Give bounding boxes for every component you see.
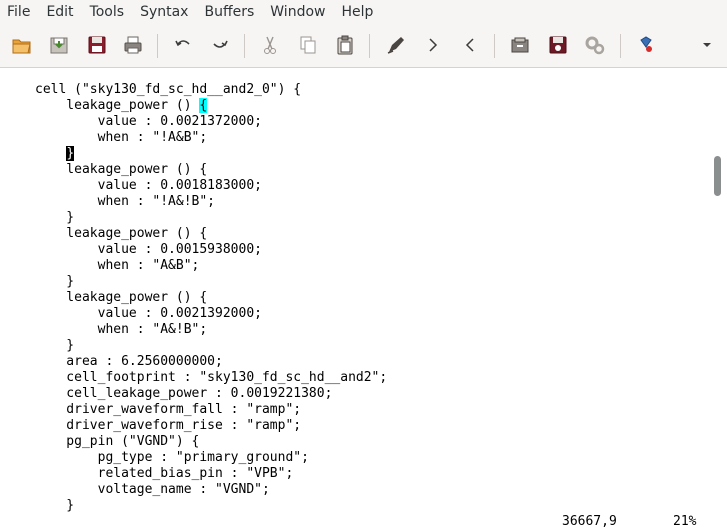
code-line: } bbox=[35, 274, 75, 289]
save-button[interactable] bbox=[46, 32, 72, 58]
menu-help[interactable]: Help bbox=[333, 0, 381, 24]
toolbar-separator bbox=[620, 34, 621, 58]
code-line: } bbox=[35, 338, 75, 353]
code-line: value : 0.0021372000; bbox=[35, 114, 262, 129]
code-line: when : "!A&B"; bbox=[35, 130, 208, 145]
code-line: when : "A&B"; bbox=[35, 258, 200, 273]
status-bar: 36667,9 21% bbox=[0, 512, 727, 532]
menu-syntax[interactable]: Syntax bbox=[132, 0, 196, 24]
code-line: leakage_power () { bbox=[35, 226, 208, 241]
print-button[interactable] bbox=[120, 32, 146, 58]
code-line: when : "!A&!B"; bbox=[35, 194, 216, 209]
overflow-menu-icon bbox=[703, 43, 711, 47]
menu-window[interactable]: Window bbox=[262, 0, 333, 24]
find-next-icon bbox=[429, 38, 438, 52]
code-line: value : 0.0018183000; bbox=[35, 178, 262, 193]
code-line: related_bias_pin : "VPB"; bbox=[35, 466, 294, 481]
cut-button[interactable] bbox=[257, 32, 283, 58]
code-line: cell_leakage_power : 0.0019221380; bbox=[35, 386, 333, 401]
code-line: } bbox=[35, 498, 75, 512]
code-line: value : 0.0015938000; bbox=[35, 242, 262, 257]
text-cursor: } bbox=[66, 146, 75, 161]
undo-button[interactable] bbox=[170, 32, 196, 58]
save-all-icon bbox=[88, 36, 106, 54]
print-icon bbox=[124, 36, 142, 54]
run-script-button[interactable] bbox=[582, 32, 608, 58]
redo-button[interactable] bbox=[207, 32, 233, 58]
menu-edit[interactable]: Edit bbox=[38, 0, 81, 24]
find-next-button[interactable] bbox=[420, 32, 446, 58]
save-all-button[interactable] bbox=[84, 32, 110, 58]
open-button[interactable] bbox=[9, 32, 35, 58]
find-replace-button[interactable] bbox=[383, 32, 409, 58]
menu-file[interactable]: File bbox=[0, 0, 38, 24]
menu-buffers[interactable]: Buffers bbox=[196, 0, 262, 24]
matching-bracket: { bbox=[199, 98, 208, 113]
overflow-menu-button[interactable] bbox=[694, 32, 720, 58]
code-line: driver_waveform_rise : "ramp"; bbox=[35, 418, 302, 433]
toolbar-separator bbox=[244, 34, 245, 58]
code-line: } bbox=[35, 146, 75, 162]
editor-text-area[interactable]: cell ("sky130_fd_sc_hd__and2_0") { leaka… bbox=[0, 68, 711, 512]
find-previous-button[interactable] bbox=[457, 32, 483, 58]
save-session-button[interactable] bbox=[545, 32, 571, 58]
code-line: value : 0.0021392000; bbox=[35, 306, 262, 321]
find-replace-icon bbox=[387, 37, 404, 54]
load-session-button[interactable] bbox=[507, 32, 533, 58]
code-line: leakage_power () { bbox=[35, 290, 208, 305]
run-script-icon bbox=[585, 36, 605, 55]
menu-bar: File Edit Tools Syntax Buffers Window He… bbox=[0, 0, 727, 24]
code-line: cell ("sky130_fd_sc_hd__and2_0") { bbox=[35, 82, 302, 97]
undo-icon bbox=[175, 40, 190, 47]
paste-icon bbox=[337, 35, 353, 55]
code-line: area : 6.2560000000; bbox=[35, 354, 223, 369]
toolbar bbox=[0, 24, 727, 68]
make-icon bbox=[640, 36, 652, 52]
copy-icon bbox=[300, 36, 316, 54]
scrollbar-thumb[interactable] bbox=[714, 156, 721, 196]
redo-icon bbox=[213, 40, 228, 48]
make-button[interactable] bbox=[633, 32, 659, 58]
menu-tools[interactable]: Tools bbox=[82, 0, 133, 24]
code-line: leakage_power () { bbox=[35, 162, 208, 177]
code-line: pg_pin ("VGND") { bbox=[35, 434, 200, 449]
cut-icon bbox=[264, 36, 276, 54]
toolbar-separator bbox=[494, 34, 495, 58]
find-previous-icon bbox=[465, 38, 474, 52]
code-line: voltage_name : "VGND"; bbox=[35, 482, 270, 497]
paste-button[interactable] bbox=[332, 32, 358, 58]
code-line: pg_type : "primary_ground"; bbox=[35, 450, 309, 465]
save-session-icon bbox=[549, 36, 567, 54]
code-line: driver_waveform_fall : "ramp"; bbox=[35, 402, 302, 417]
code-line: when : "A&!B"; bbox=[35, 322, 208, 337]
load-session-icon bbox=[511, 37, 529, 53]
code-line: cell_footprint : "sky130_fd_sc_hd__and2"… bbox=[35, 370, 388, 385]
toolbar-separator bbox=[369, 34, 370, 58]
vertical-scrollbar[interactable] bbox=[711, 68, 727, 512]
toolbar-separator bbox=[157, 34, 158, 58]
code-line: } bbox=[35, 210, 75, 225]
open-icon bbox=[12, 39, 31, 54]
cursor-position: 36667,9 bbox=[562, 514, 617, 529]
copy-button[interactable] bbox=[295, 32, 321, 58]
scroll-percent: 21% bbox=[673, 514, 697, 529]
save-icon bbox=[50, 37, 68, 54]
code-line: leakage_power () { bbox=[35, 98, 208, 113]
